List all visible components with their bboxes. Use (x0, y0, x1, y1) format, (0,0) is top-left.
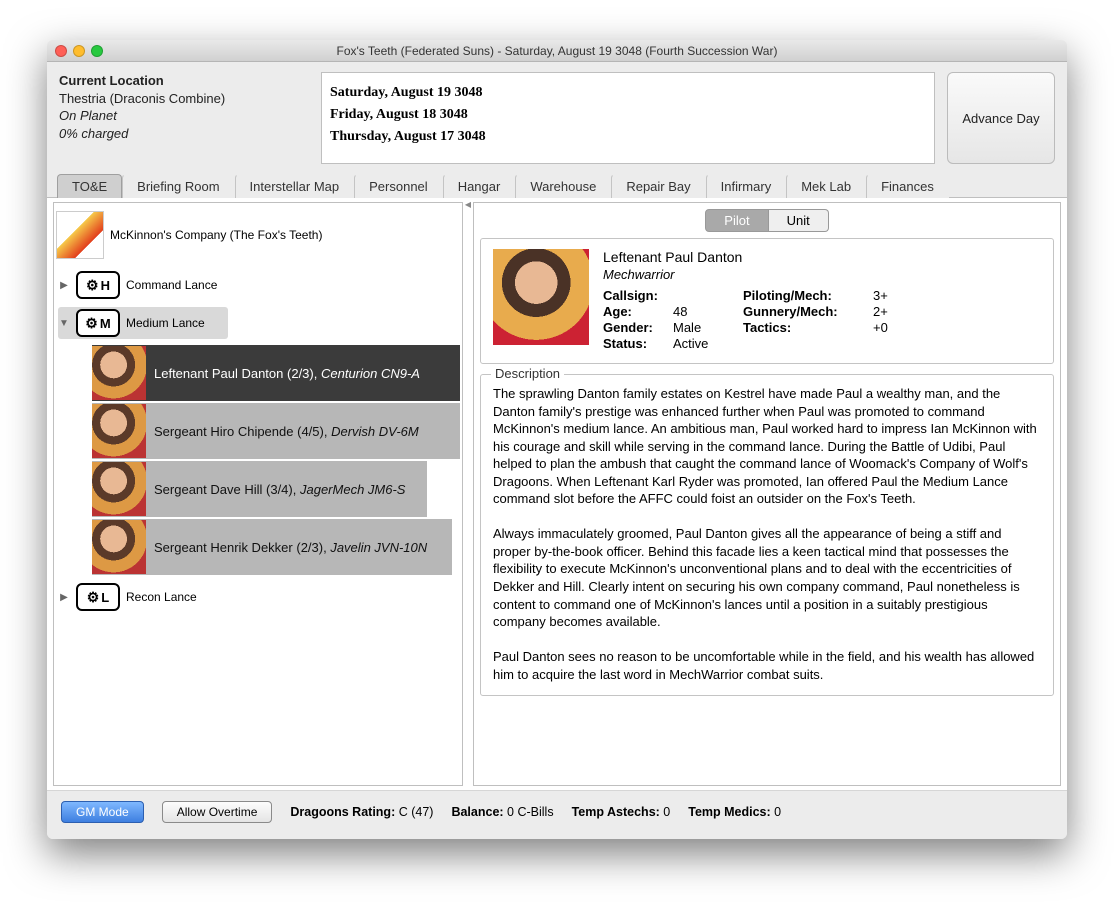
tab-mek-lab[interactable]: Mek Lab (786, 174, 866, 198)
chevron-right-icon[interactable]: ▶ (58, 592, 70, 603)
pilot-name: Leftenant Paul Danton (603, 249, 1041, 265)
pilot-portrait-icon (92, 346, 146, 400)
tab-hangar[interactable]: Hangar (443, 174, 516, 198)
tab-finances[interactable]: Finances (866, 174, 949, 198)
log-entry: Saturday, August 19 3048 (330, 85, 926, 101)
pilot-row[interactable]: Leftenant Paul Danton (2/3), Centurion C… (92, 345, 460, 401)
lance-row-recon[interactable]: ▶ ⚙L Recon Lance (58, 581, 460, 613)
lance-icon: ⚙L (76, 583, 120, 611)
stat-value: +0 (873, 320, 913, 335)
chevron-right-icon[interactable]: ▶ (58, 280, 70, 291)
toe-tree[interactable]: McKinnon's Company (The Fox's Teeth) ▶ ⚙… (53, 202, 463, 786)
description-text: The sprawling Danton family estates on K… (493, 385, 1041, 683)
lance-row-medium[interactable]: ▼ ⚙M Medium Lance (58, 307, 228, 339)
tab-toe[interactable]: TO&E (57, 174, 122, 198)
pilot-row[interactable]: Sergeant Hiro Chipende (4/5), Dervish DV… (92, 403, 460, 459)
stat-value: Male (673, 320, 743, 335)
header-area: Current Location Thestria (Draconis Comb… (47, 62, 1067, 170)
log-entry: Friday, August 18 3048 (330, 107, 926, 123)
temp-medics: Temp Medics: 0 (688, 805, 781, 819)
pilot-row[interactable]: Sergeant Dave Hill (3/4), JagerMech JM6-… (92, 461, 427, 517)
subtab-unit[interactable]: Unit (769, 209, 829, 232)
stat-label: Piloting/Mech: (743, 288, 873, 303)
tab-warehouse[interactable]: Warehouse (515, 174, 611, 198)
stat-label: Callsign: (603, 288, 673, 303)
description-legend: Description (491, 366, 564, 381)
stat-label: Age: (603, 304, 673, 319)
location-label: Current Location (59, 72, 309, 90)
pilot-summary-box: Leftenant Paul Danton Mechwarrior Callsi… (480, 238, 1054, 364)
stat-value: 48 (673, 304, 743, 319)
main-content: McKinnon's Company (The Fox's Teeth) ▶ ⚙… (47, 198, 1067, 790)
lance-icon: ⚙M (76, 309, 120, 337)
statusbar: GM Mode Allow Overtime Dragoons Rating: … (47, 790, 1067, 839)
close-icon[interactable] (55, 45, 67, 57)
description-box: Description The sprawling Danton family … (480, 374, 1054, 696)
tab-repair-bay[interactable]: Repair Bay (611, 174, 705, 198)
tab-briefing-room[interactable]: Briefing Room (122, 174, 234, 198)
stat-value: 2+ (873, 304, 913, 319)
chevron-down-icon[interactable]: ▼ (58, 318, 70, 329)
stat-value (673, 288, 743, 303)
tab-infirmary[interactable]: Infirmary (706, 174, 787, 198)
titlebar: Fox's Teeth (Federated Suns) - Saturday,… (47, 40, 1067, 62)
zoom-icon[interactable] (91, 45, 103, 57)
window-title: Fox's Teeth (Federated Suns) - Saturday,… (47, 44, 1067, 58)
pilot-portrait-icon (92, 404, 146, 458)
detail-panel: Pilot Unit Leftenant Paul Danton Mechwar… (473, 202, 1061, 786)
subtab-pilot[interactable]: Pilot (705, 209, 768, 232)
pilot-portrait-large-icon (493, 249, 589, 345)
location-panel: Current Location Thestria (Draconis Comb… (59, 72, 309, 164)
balance: Balance: 0 C-Bills (451, 805, 553, 819)
minimize-icon[interactable] (73, 45, 85, 57)
pilot-label: Leftenant Paul Danton (2/3), Centurion C… (154, 366, 420, 381)
pilot-role: Mechwarrior (603, 267, 1041, 282)
company-name: McKinnon's Company (The Fox's Teeth) (110, 228, 322, 242)
lance-name: Medium Lance (126, 316, 205, 330)
pilot-stats: Callsign: Piloting/Mech: 3+ Age: 48 Gunn… (603, 288, 1041, 351)
stat-label: Gunnery/Mech: (743, 304, 873, 319)
location-charge: 0% charged (59, 125, 309, 143)
stat-value: 3+ (873, 288, 913, 303)
log-entry: Thursday, August 17 3048 (330, 129, 926, 145)
pilot-portrait-icon (92, 520, 146, 574)
lance-row-command[interactable]: ▶ ⚙H Command Lance (58, 269, 460, 301)
stat-label: Tactics: (743, 320, 873, 335)
lance-name: Command Lance (126, 278, 217, 292)
detail-subtabs: Pilot Unit (480, 209, 1054, 232)
tab-personnel[interactable]: Personnel (354, 174, 443, 198)
gm-mode-button[interactable]: GM Mode (61, 801, 144, 823)
temp-astechs: Temp Astechs: 0 (572, 805, 671, 819)
allow-overtime-button[interactable]: Allow Overtime (162, 801, 273, 823)
window-controls (55, 45, 103, 57)
tab-interstellar-map[interactable]: Interstellar Map (235, 174, 355, 198)
stat-value: Active (673, 336, 743, 351)
pilot-row[interactable]: Sergeant Henrik Dekker (2/3), Javelin JV… (92, 519, 452, 575)
pilot-label: Sergeant Dave Hill (3/4), JagerMech JM6-… (154, 482, 405, 497)
company-icon (56, 211, 104, 259)
lance-name: Recon Lance (126, 590, 197, 604)
stat-label: Gender: (603, 320, 673, 335)
dragoons-rating: Dragoons Rating: C (47) (290, 805, 433, 819)
app-window: Fox's Teeth (Federated Suns) - Saturday,… (47, 40, 1067, 839)
company-row[interactable]: McKinnon's Company (The Fox's Teeth) (56, 207, 460, 263)
pilot-label: Sergeant Hiro Chipende (4/5), Dervish DV… (154, 424, 419, 439)
splitter-handle[interactable]: ◀ (465, 198, 471, 790)
location-name: Thestria (Draconis Combine) (59, 90, 309, 108)
main-tabbar: TO&E Briefing Room Interstellar Map Pers… (47, 174, 1067, 198)
lance-icon: ⚙H (76, 271, 120, 299)
location-status: On Planet (59, 107, 309, 125)
advance-day-button[interactable]: Advance Day (947, 72, 1055, 164)
stat-label: Status: (603, 336, 673, 351)
event-log[interactable]: Saturday, August 19 3048 Friday, August … (321, 72, 935, 164)
pilot-portrait-icon (92, 462, 146, 516)
pilot-label: Sergeant Henrik Dekker (2/3), Javelin JV… (154, 540, 427, 555)
